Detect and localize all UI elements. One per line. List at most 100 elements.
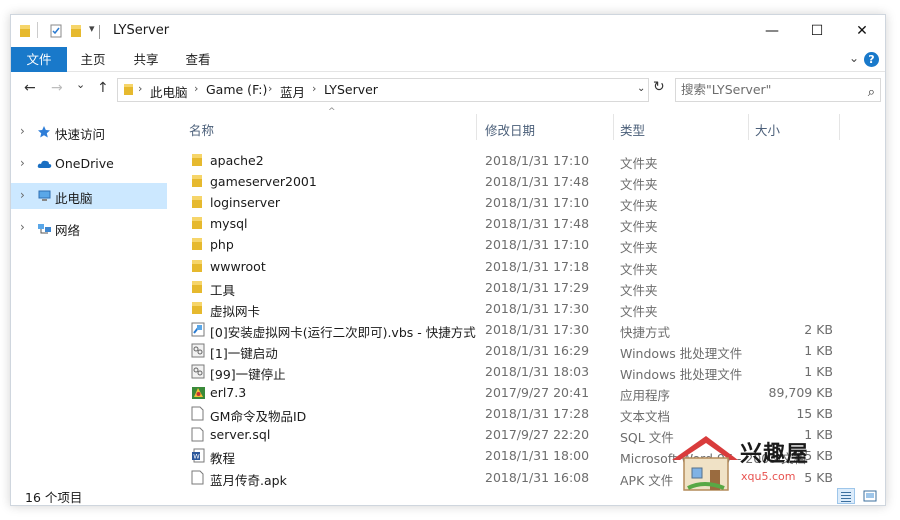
file-size: 15 KB: [796, 406, 833, 422]
svg-text:W: W: [193, 453, 200, 461]
chevron-right-icon[interactable]: ›: [268, 82, 272, 95]
chevron-right-icon[interactable]: ›: [20, 188, 25, 202]
file-row[interactable]: [99]一键停止 2018/1/31 18:03 Windows 批处理文件 1 KB: [181, 361, 841, 382]
column-divider[interactable]: [839, 114, 840, 140]
chevron-right-icon[interactable]: ›: [194, 82, 198, 95]
chevron-right-icon[interactable]: ›: [20, 156, 25, 170]
file-row[interactable]: [1]一键启动 2018/1/31 16:29 Windows 批处理文件 1 KB: [181, 340, 841, 361]
column-header-type[interactable]: 类型: [620, 120, 645, 146]
recent-locations-button[interactable]: ⌄: [76, 78, 85, 91]
nav-item-label: 网络: [55, 223, 81, 238]
nav-item-quick-access[interactable]: › 快速访问: [11, 119, 167, 145]
file-row[interactable]: apache2 2018/1/31 17:10 文件夹: [181, 150, 841, 171]
file-type: 文件夹: [620, 177, 658, 193]
file-type: 文件夹: [620, 240, 658, 256]
file-name: 工具: [210, 282, 236, 298]
file-row[interactable]: gameserver2001 2018/1/31 17:48 文件夹: [181, 171, 841, 192]
breadcrumb-drive[interactable]: Game (F:): [206, 82, 267, 97]
shortcut-icon: [191, 322, 205, 337]
forward-button[interactable]: →: [51, 80, 63, 96]
breadcrumb-this-pc[interactable]: 此电脑: [150, 82, 188, 101]
tab-view[interactable]: 查看: [176, 47, 220, 72]
up-button[interactable]: ↑: [97, 80, 109, 96]
file-date: 2018/1/31 16:08: [485, 469, 590, 485]
file-date: 2018/1/31 17:29: [485, 279, 590, 295]
file-date: 2018/1/31 17:28: [485, 406, 590, 422]
nav-item-this-pc[interactable]: › 此电脑: [11, 183, 167, 209]
nav-item-label: 此电脑: [55, 191, 93, 206]
maximize-button[interactable]: ☐: [794, 15, 840, 47]
back-button[interactable]: ←: [24, 80, 36, 96]
breadcrumb-lyserver[interactable]: LYServer: [324, 82, 378, 97]
file-row[interactable]: 工具 2018/1/31 17:29 文件夹: [181, 277, 841, 298]
tab-share[interactable]: 共享: [124, 47, 168, 72]
minimize-button[interactable]: —: [749, 15, 795, 47]
file-type: SQL 文件: [620, 430, 674, 446]
item-count: 16 个项目: [25, 490, 83, 505]
folder-icon: [191, 174, 205, 189]
file-row[interactable]: [0]安装虚拟网卡(运行二次即可).vbs - 快捷方式 2018/1/31 17…: [181, 319, 841, 340]
star-icon: [37, 125, 51, 139]
file-name: 虚拟网卡: [210, 303, 261, 319]
folder-icon: [191, 280, 205, 295]
column-header-date[interactable]: 修改日期: [485, 120, 535, 146]
breadcrumb-lanyue[interactable]: 蓝月: [280, 82, 305, 101]
refresh-button[interactable]: ↻: [653, 79, 665, 95]
folder-icon: [19, 24, 31, 38]
folder-icon: [191, 301, 205, 316]
chevron-right-icon[interactable]: ›: [20, 124, 25, 138]
file-row[interactable]: php 2018/1/31 17:10 文件夹: [181, 234, 841, 255]
file-row[interactable]: 虚拟网卡 2018/1/31 17:30 文件夹: [181, 298, 841, 319]
sort-ascending-icon: ^: [328, 107, 336, 117]
title-separator: [99, 25, 100, 39]
quick-access-dropdown-icon[interactable]: ▾: [89, 22, 95, 35]
file-name: mysql: [210, 216, 248, 232]
nav-item-onedrive[interactable]: › OneDrive: [11, 151, 167, 177]
folder-icon: [123, 83, 134, 99]
file-date: 2018/1/31 17:30: [485, 321, 590, 337]
file-type: 文件夹: [620, 261, 658, 277]
large-icons-view-icon[interactable]: [861, 488, 879, 504]
file-size: 1 KB: [804, 364, 833, 379]
file-row[interactable]: loginserver 2018/1/31 17:10 文件夹: [181, 192, 841, 213]
tab-home[interactable]: 主页: [71, 47, 115, 72]
file-date: 2018/1/31 18:00: [485, 448, 590, 464]
nav-item-label: OneDrive: [55, 156, 114, 171]
tab-file[interactable]: 文件: [11, 47, 67, 72]
chevron-right-icon[interactable]: ›: [138, 82, 142, 95]
address-history-dropdown-icon[interactable]: ⌄: [637, 83, 645, 94]
chevron-down-icon[interactable]: ⌄: [849, 51, 859, 65]
batch-file-icon: [191, 343, 205, 358]
house-logo-icon: [672, 436, 738, 491]
folder-icon: [191, 195, 205, 210]
file-row[interactable]: wwwroot 2018/1/31 17:18 文件夹: [181, 256, 841, 277]
file-name: php: [210, 237, 234, 253]
chevron-right-icon[interactable]: ›: [20, 220, 25, 234]
search-icon[interactable]: ⌕: [868, 82, 875, 104]
file-row[interactable]: GM命令及物品ID 2018/1/31 17:28 文本文档 15 KB: [181, 403, 841, 424]
file-date: 2018/1/31 17:48: [485, 174, 590, 190]
properties-icon[interactable]: [49, 24, 63, 41]
nav-item-network[interactable]: › 网络: [11, 215, 167, 241]
ribbon: 文件 主页 共享 查看 ⌄ ?: [11, 47, 885, 72]
column-divider[interactable]: [613, 114, 614, 140]
file-name: [99]一键停止: [210, 367, 286, 382]
file-row[interactable]: erl7.3 2017/9/27 20:41 应用程序 89,709 KB: [181, 382, 841, 403]
search-input[interactable]: 搜索"LYServer" ⌕: [675, 78, 881, 102]
column-divider[interactable]: [476, 114, 477, 140]
file-type: 文本文档: [620, 409, 671, 425]
file-type: 文件夹: [620, 156, 658, 171]
watermark-brand: 兴趣屋: [740, 441, 810, 467]
help-icon[interactable]: ?: [864, 52, 879, 67]
column-header-size[interactable]: 大小: [755, 120, 780, 146]
close-button[interactable]: ✕: [839, 15, 885, 47]
chevron-right-icon[interactable]: ›: [312, 82, 316, 95]
file-row[interactable]: mysql 2018/1/31 17:48 文件夹: [181, 213, 841, 234]
column-divider[interactable]: [748, 114, 749, 140]
new-folder-icon[interactable]: [70, 24, 82, 41]
column-header-name[interactable]: 名称: [189, 120, 214, 146]
file-date: 2018/1/31 18:03: [485, 364, 590, 379]
file-date: 2018/1/31 17:10: [485, 153, 590, 168]
file-icon: [191, 470, 205, 485]
address-bar[interactable]: › 此电脑 › Game (F:) › 蓝月 › LYServer: [117, 78, 649, 102]
